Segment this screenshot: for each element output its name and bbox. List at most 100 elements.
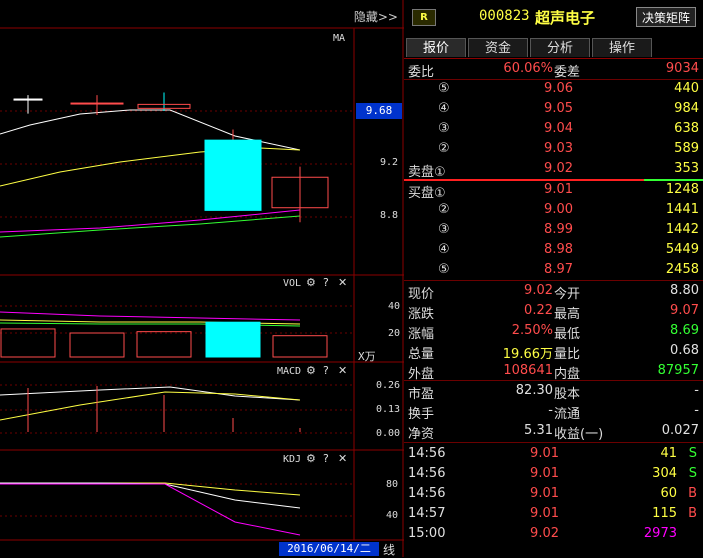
sell-level-price: 9.05 bbox=[544, 101, 573, 116]
quote-label: 现价 bbox=[408, 287, 435, 302]
quote-value: 2.50% bbox=[511, 323, 553, 338]
sell-level-row[interactable]: ④ 9.05 984 bbox=[404, 99, 703, 119]
main-y-tick: 8.8 bbox=[380, 210, 399, 221]
ma-line-green bbox=[0, 215, 301, 238]
tick-time: 14:56 bbox=[408, 446, 446, 461]
tick-volume: 2973 bbox=[643, 526, 677, 541]
vol-y-tick: 40 bbox=[388, 301, 401, 312]
tick-time: 14:57 bbox=[408, 506, 446, 521]
tick-row: 15:00 9.02 2973 bbox=[404, 524, 703, 544]
order-diff-label: 委差 bbox=[554, 65, 581, 80]
macd-panel-label: MACD bbox=[277, 366, 302, 377]
macd-help-icon[interactable]: ? bbox=[323, 364, 329, 377]
buy-level-row[interactable]: ② 9.00 1441 bbox=[404, 200, 703, 220]
buy-level-price: 8.97 bbox=[544, 262, 573, 277]
tick-time: 15:00 bbox=[408, 526, 446, 541]
line-toggle-button[interactable]: 线 bbox=[383, 541, 395, 558]
quote-row: 总量 19.66万 量比 0.68 bbox=[404, 341, 703, 362]
quote-value: 87957 bbox=[657, 363, 699, 378]
tick-side: S bbox=[688, 446, 697, 461]
vol-settings-icon[interactable]: ⚙ bbox=[306, 276, 316, 289]
quote-label: 今开 bbox=[554, 287, 581, 302]
kdj-help-icon[interactable]: ? bbox=[323, 452, 329, 465]
tick-side: S bbox=[688, 466, 697, 481]
quote-label: 涨幅 bbox=[408, 327, 435, 342]
buy-level-price: 8.98 bbox=[544, 242, 573, 257]
sell-level-row[interactable]: ③ 9.04 638 bbox=[404, 119, 703, 139]
tab-analysis[interactable]: 分析 bbox=[530, 38, 590, 57]
fundamental-value: - bbox=[694, 403, 699, 418]
buy-level-row[interactable]: ④ 8.98 5449 bbox=[404, 240, 703, 260]
order-ratio-label: 委比 bbox=[408, 65, 435, 80]
quote-row: 现价 9.02 今开 8.80 bbox=[404, 281, 703, 302]
quote-row: 涨幅 2.50% 最低 8.69 bbox=[404, 321, 703, 342]
tick-volume: 60 bbox=[660, 486, 677, 501]
fundamental-row: 换手 - 流通 - bbox=[404, 401, 703, 422]
quote-value: 19.66万 bbox=[502, 347, 553, 362]
fundamental-label: 换手 bbox=[408, 407, 435, 422]
ma-line-magenta bbox=[0, 209, 301, 233]
macd-settings-icon[interactable]: ⚙ bbox=[306, 364, 316, 377]
sell-level-row[interactable]: ⑤ 9.06 440 bbox=[404, 79, 703, 99]
sell-level-volume: 638 bbox=[674, 121, 699, 136]
buy-level-volume: 1442 bbox=[665, 222, 699, 237]
fundamental-value: - bbox=[694, 383, 699, 398]
kdj-close-icon[interactable]: ✕ bbox=[338, 452, 347, 465]
macd-y-tick: 0.00 bbox=[376, 428, 401, 439]
buy-level-price: 8.99 bbox=[544, 222, 573, 237]
tick-row: 14:56 9.01 41 S bbox=[404, 444, 703, 464]
buy-level-row[interactable]: 买盘① 9.01 1248 bbox=[404, 180, 703, 201]
buy-level-label: ② bbox=[438, 202, 450, 217]
buy-level-row[interactable]: ③ 8.99 1442 bbox=[404, 220, 703, 240]
sell-level-row[interactable]: ② 9.03 589 bbox=[404, 139, 703, 159]
sell-level-price: 9.06 bbox=[544, 81, 573, 96]
sell-level-label: ⑤ bbox=[438, 81, 450, 96]
stock-name: 超声电子 bbox=[535, 9, 596, 27]
sell-level-volume: 589 bbox=[674, 141, 699, 156]
sell-level-label: ③ bbox=[438, 121, 450, 136]
fundamental-label: 流通 bbox=[554, 407, 581, 422]
hide-panel-button[interactable]: 隐藏>> bbox=[354, 8, 398, 25]
quote-value: 108641 bbox=[503, 363, 553, 378]
quote-label: 量比 bbox=[554, 347, 581, 362]
buy-level-label: 买盘① bbox=[408, 186, 446, 201]
quote-row: 外盘 108641 内盘 87957 bbox=[404, 361, 703, 382]
vol-unit-label: X万 bbox=[358, 350, 376, 363]
sell-level-volume: 440 bbox=[674, 81, 699, 96]
vol-y-tick: 20 bbox=[388, 328, 401, 339]
tick-row: 14:56 9.01 304 S bbox=[404, 464, 703, 484]
tick-time: 14:56 bbox=[408, 466, 446, 481]
kdj-y-tick: 40 bbox=[386, 510, 399, 521]
decision-matrix-button[interactable]: 决策矩阵 bbox=[636, 7, 696, 27]
r-badge: R bbox=[412, 9, 436, 26]
sell-level-row[interactable]: 卖盘① 9.02 353 bbox=[404, 159, 703, 180]
volume-bar bbox=[272, 335, 328, 358]
macd-y-tick: 0.26 bbox=[376, 380, 401, 391]
fundamental-label: 收益(一) bbox=[554, 427, 604, 442]
kdj-panel-label: KDJ bbox=[283, 454, 302, 465]
tab-quote[interactable]: 报价 bbox=[406, 38, 466, 57]
quote-label: 最高 bbox=[554, 307, 581, 322]
buy-level-row[interactable]: ⑤ 8.97 2458 bbox=[404, 260, 703, 280]
quote-value: 8.80 bbox=[670, 283, 699, 298]
vol-help-icon[interactable]: ? bbox=[323, 276, 329, 289]
tick-row: 14:56 9.01 60 B bbox=[404, 484, 703, 504]
tick-time: 14:56 bbox=[408, 486, 446, 501]
macd-close-icon[interactable]: ✕ bbox=[338, 364, 347, 377]
quote-label: 涨跌 bbox=[408, 307, 435, 322]
fundamental-row: 净资 5.31 收益(一) 0.027 bbox=[404, 421, 703, 442]
sell-level-price: 9.02 bbox=[544, 161, 573, 176]
tab-funds[interactable]: 资金 bbox=[468, 38, 528, 57]
candle-body bbox=[70, 102, 124, 105]
fundamental-value: 0.027 bbox=[661, 423, 699, 438]
sell-level-label: ② bbox=[438, 141, 450, 156]
tick-volume: 41 bbox=[660, 446, 677, 461]
kdj-settings-icon[interactable]: ⚙ bbox=[306, 452, 316, 465]
tab-operate[interactable]: 操作 bbox=[592, 38, 652, 57]
price-tag: 9.68 bbox=[356, 103, 402, 119]
tick-price: 9.01 bbox=[530, 446, 559, 461]
quote-value: 9.02 bbox=[524, 283, 553, 298]
chart-area[interactable]: 隐藏>> MA 9.68 9.2 8.8 VOL ⚙ ? ✕ 40 20 X万 … bbox=[0, 0, 404, 557]
vol-close-icon[interactable]: ✕ bbox=[338, 276, 347, 289]
quote-value: 0.22 bbox=[524, 303, 553, 318]
